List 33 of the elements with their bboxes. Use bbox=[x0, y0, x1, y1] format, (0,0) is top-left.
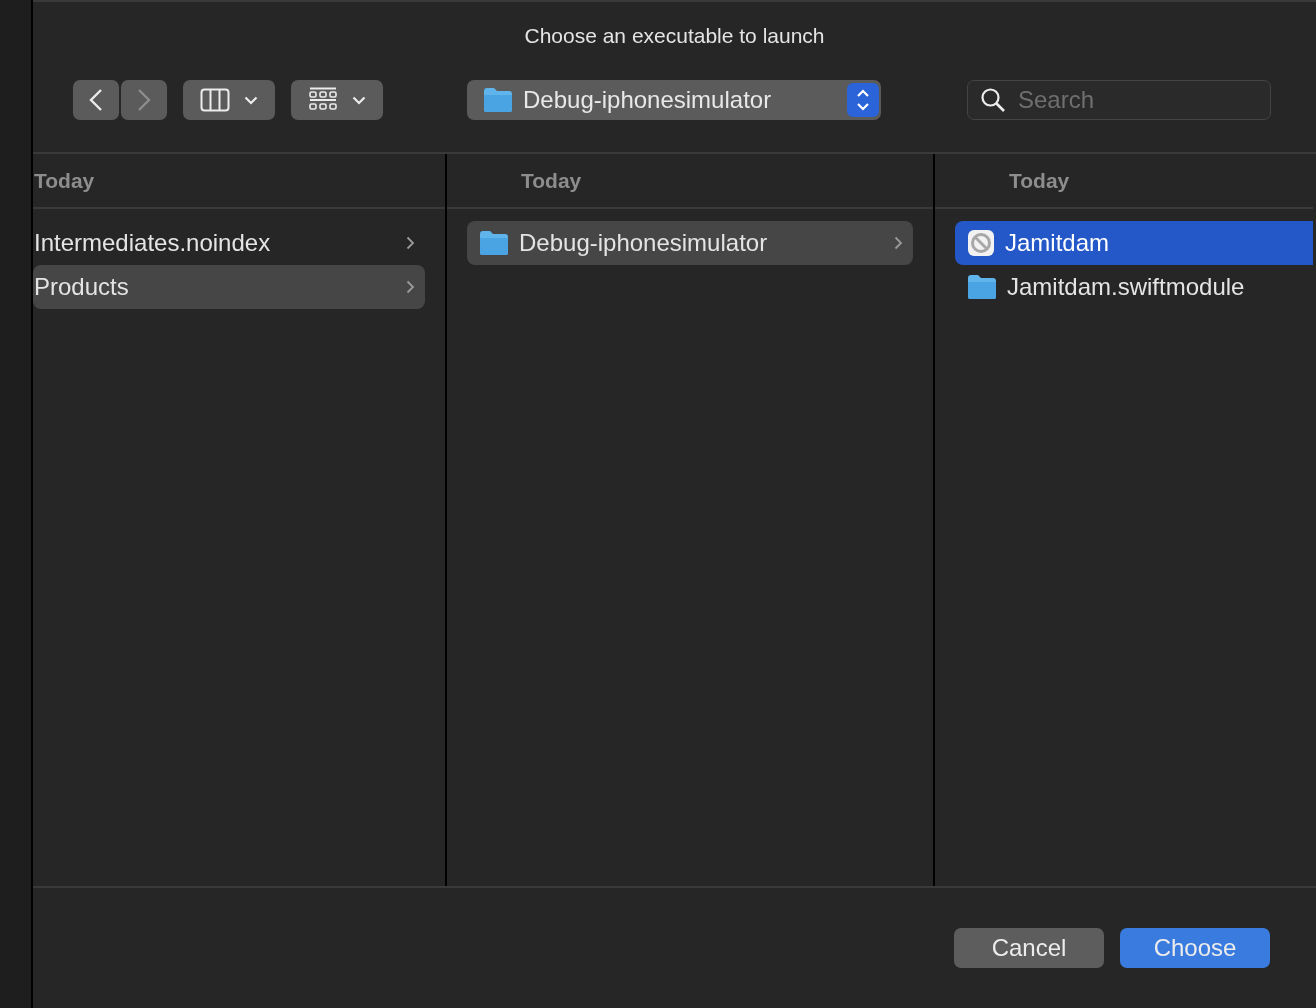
folder-icon bbox=[967, 274, 997, 300]
grid-icon bbox=[308, 87, 338, 113]
group-button[interactable] bbox=[291, 80, 383, 120]
folder-row[interactable]: Jamitdam.swiftmodule bbox=[955, 265, 1313, 309]
prohibited-app-icon bbox=[967, 229, 995, 257]
column-header: Today bbox=[521, 168, 582, 193]
file-name: Jamitdam.swiftmodule bbox=[1007, 273, 1246, 301]
caret-icon bbox=[244, 95, 258, 105]
search-icon bbox=[980, 87, 1006, 113]
file-name: Intermediates.noindex bbox=[34, 229, 272, 257]
file-name: Jamitdam bbox=[1005, 229, 1111, 257]
caret-icon bbox=[352, 95, 366, 105]
column-header: Today bbox=[34, 168, 95, 193]
folder-icon bbox=[479, 230, 509, 256]
chevron-right-icon bbox=[137, 88, 151, 112]
file-row[interactable]: Products bbox=[33, 265, 425, 309]
columns-icon bbox=[200, 88, 230, 112]
search-field[interactable]: Search bbox=[967, 80, 1271, 120]
up-down-arrows-icon bbox=[856, 88, 870, 112]
column-header: Today bbox=[1009, 168, 1070, 193]
search-input[interactable]: Search bbox=[1016, 85, 1250, 115]
folder-icon bbox=[483, 87, 513, 113]
file-row[interactable]: Jamitdam bbox=[955, 221, 1313, 265]
chevron-left-icon bbox=[89, 88, 103, 112]
location-popup[interactable]: Debug-iphonesimulator bbox=[467, 80, 881, 120]
view-mode-button[interactable] bbox=[183, 80, 275, 120]
dialog-title: Choose an executable to launch bbox=[524, 24, 825, 48]
file-name: Products bbox=[34, 273, 130, 301]
cancel-button[interactable]: Cancel bbox=[954, 928, 1104, 968]
back-button[interactable] bbox=[73, 80, 119, 120]
file-row[interactable]: Intermediates.noindex bbox=[33, 221, 425, 265]
file-name: Debug-iphonesimulator bbox=[519, 229, 769, 257]
folder-row[interactable]: Debug-iphonesimulator bbox=[467, 221, 913, 265]
